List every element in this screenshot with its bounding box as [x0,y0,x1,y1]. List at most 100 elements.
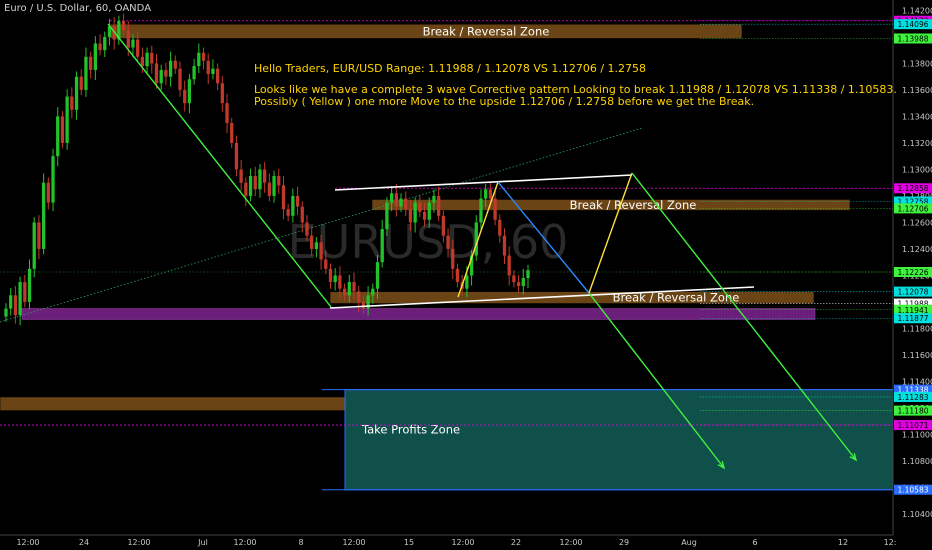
chart-canvas[interactable]: EURUSD, 60 Break / Reversal Zone Break / … [0,0,932,550]
candle-body-43 [206,60,210,75]
candle-body-19 [93,43,97,71]
candle-body-105 [498,219,502,236]
candle-body-34 [164,70,168,77]
candle-body-79 [375,262,380,289]
candle-body-103 [488,189,493,199]
candle-body-89 [422,211,427,220]
candle-body-83 [394,193,398,207]
x-tick-label-1: 24 [79,538,89,547]
y-tick-label-17: 1.10800 [902,457,932,466]
reversal-zone-2 [329,291,815,304]
candle-body-88 [418,202,422,212]
y-tick-label-13: 1.11600 [902,351,932,360]
x-tick-label-11: 29 [619,538,629,547]
price-badge-label-15: 1.10583 [897,486,928,495]
x-tick-label-2: 12:00 [127,538,150,547]
x-tick-label-6: 12:00 [342,538,365,547]
candle-body-1 [9,295,13,309]
candle-body-39 [187,79,192,104]
candle-body-11 [56,116,60,157]
candle-body-27 [131,39,135,48]
candle-body-110 [521,278,525,287]
x-tick-label-12: Aug [681,538,697,547]
candle-body-84 [399,198,403,207]
price-badge-label-3: 1.12858 [897,184,928,193]
candle-body-87 [413,202,417,223]
candle-body-70 [333,275,337,283]
candle-body-58 [277,176,281,186]
candle-body-2 [13,295,18,316]
price-badge-label-12: 1.11283 [897,393,928,402]
take-profits-zone [344,389,894,491]
candle-body-75 [357,291,361,302]
symbol-header: Euro / U.S. Dollar, 60, OANDA [4,3,152,14]
candle-body-68 [324,259,328,269]
candle-body-18 [89,56,93,71]
candle-body-26 [126,30,130,48]
candle-body-72 [342,288,347,296]
candle-body-64 [305,222,309,236]
candle-body-47 [225,103,229,124]
candle-body-69 [328,268,333,283]
candle-body-14 [70,96,74,110]
candle-body-55 [263,169,267,183]
candle-body-92 [437,195,441,216]
y-tick-label-16: 1.11000 [902,430,932,439]
candle-body-100 [474,222,478,256]
candle-body-12 [60,116,65,143]
x-tick-label-7: 15 [404,538,414,547]
x-tick-label-8: 12:00 [451,538,474,547]
candle-body-46 [220,83,224,104]
candle-body-48 [230,123,234,143]
candle-body-53 [253,176,257,190]
candle-body-49 [234,142,239,170]
candle-body-52 [248,176,253,196]
candle-body-81 [385,202,389,230]
x-tick-label-5: 8 [298,538,303,547]
y-tick-label-8: 1.12600 [902,218,932,227]
candle-body-41 [197,52,201,67]
y-tick-label-3: 1.13600 [902,86,932,95]
candle-body-78 [371,288,375,296]
candle-body-44 [211,68,215,75]
price-badge-label-6: 1.12226 [897,268,928,277]
y-tick-label-9: 1.12400 [902,245,932,254]
candle-body-106 [502,235,507,256]
candle-body-94 [446,235,450,249]
candle-body-63 [300,206,304,223]
candle-body-76 [361,301,366,309]
annotation-line-2: Possibly ( Yellow ) one more Move to the… [254,95,754,108]
candle-body-33 [159,70,163,84]
candle-body-82 [389,193,394,203]
x-tick-label-15: 12: [884,538,897,547]
price-badge-label-10: 1.11877 [897,314,928,323]
candle-body-5 [27,268,32,302]
candle-body-57 [272,176,276,196]
candle-body-109 [516,282,521,287]
candle-body-4 [23,282,27,302]
candle-body-31 [150,52,154,64]
candle-body-13 [65,96,69,143]
y-tick-label-6: 1.13000 [902,165,932,174]
candle-body-98 [465,275,469,289]
candle-body-51 [244,182,248,196]
y-tick-label-12: 1.11800 [902,324,932,333]
candle-body-96 [455,268,460,283]
candle-body-61 [291,195,295,216]
x-tick-label-9: 22 [511,538,521,547]
candle-body-10 [51,156,55,203]
price-badge-label-14: 1.11071 [897,421,928,430]
price-badge-label-2: 1.13988 [897,34,928,43]
candle-body-3 [18,282,22,316]
y-tick-label-19: 1.10400 [902,510,932,519]
candle-body-71 [338,275,342,289]
candle-body-36 [173,60,177,69]
candle-body-38 [183,89,187,104]
annotation-line-0: Hello Traders, EUR/USD Range: 1.11988 / … [254,62,646,75]
candle-body-32 [154,63,159,84]
candle-body-95 [451,248,455,269]
candle-body-107 [507,255,511,276]
candle-body-16 [79,76,83,90]
candle-body-20 [98,43,102,51]
candle-body-80 [380,229,384,263]
